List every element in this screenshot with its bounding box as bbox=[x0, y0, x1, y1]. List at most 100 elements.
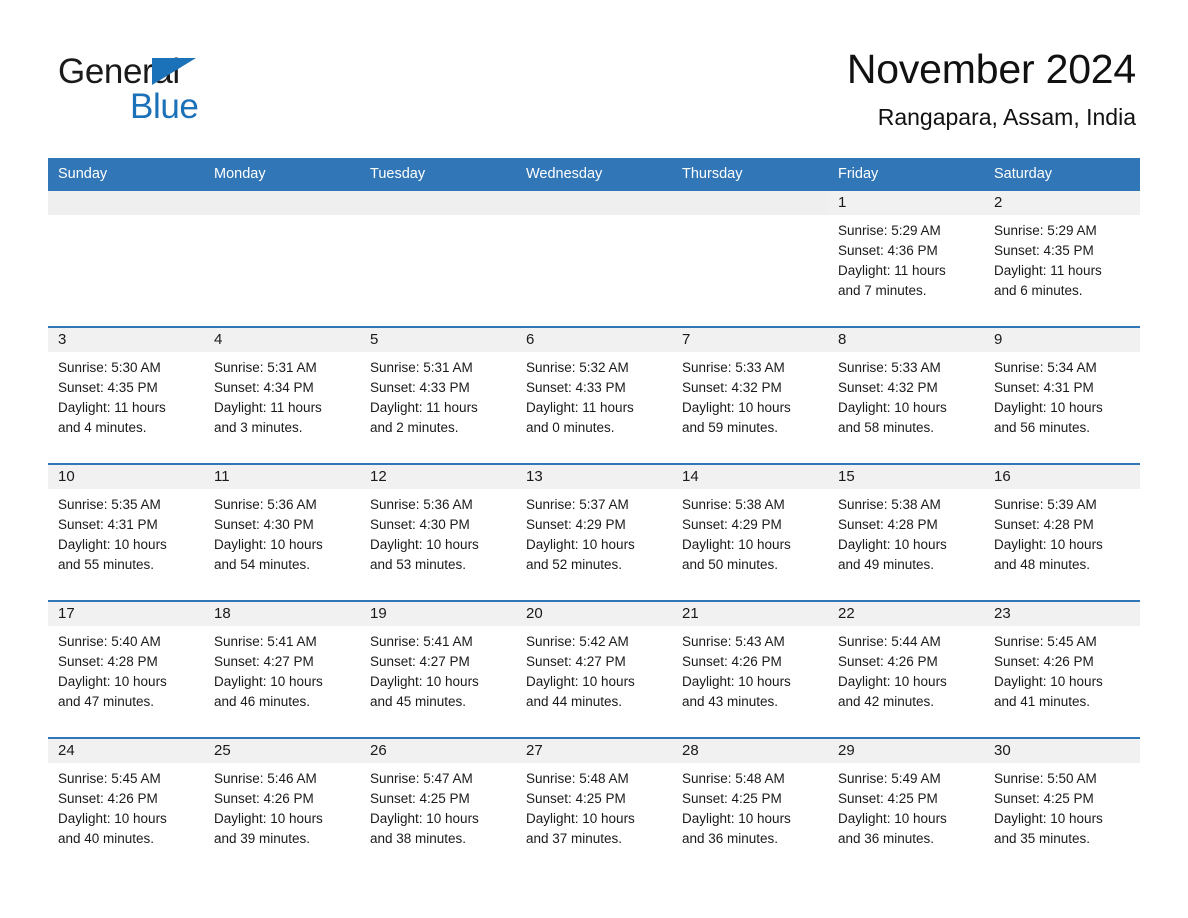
sunrise-text: Sunrise: 5:42 AM bbox=[526, 634, 629, 649]
calendar-day-cell[interactable]: 2 Sunrise: 5:29 AM Sunset: 4:35 PM Daylight… bbox=[984, 191, 1140, 327]
sunrise-text: Sunrise: 5:29 AM bbox=[994, 223, 1097, 238]
daylight-text: Daylight: 10 hours bbox=[58, 674, 167, 689]
sunset-text: Sunset: 4:36 PM bbox=[838, 243, 938, 258]
daylight-text: Daylight: 10 hours bbox=[370, 674, 479, 689]
daylight-text: Daylight: 10 hours bbox=[370, 537, 479, 552]
day-number-bar: 5 bbox=[360, 328, 516, 352]
calendar-day-cell[interactable]: 3 Sunrise: 5:30 AM Sunset: 4:35 PM Daylight… bbox=[48, 326, 204, 464]
daylight-text: Daylight: 10 hours bbox=[526, 537, 635, 552]
day-number: 26 bbox=[370, 742, 387, 759]
daylight-text-cont: and 3 minutes. bbox=[214, 420, 303, 435]
daylight-text: Daylight: 11 hours bbox=[58, 400, 166, 415]
calendar-day-cell[interactable]: 23 Sunrise: 5:45 AM Sunset: 4:26 PM Dayligh… bbox=[984, 600, 1140, 738]
calendar-day-cell[interactable]: 11 Sunrise: 5:36 AM Sunset: 4:30 PM Dayligh… bbox=[204, 463, 360, 601]
calendar-day-cell[interactable]: 8 Sunrise: 5:33 AM Sunset: 4:32 PM Daylight… bbox=[828, 326, 984, 464]
brand-logo[interactable]: General Blue bbox=[58, 52, 318, 132]
day-number-bar: 19 bbox=[360, 602, 516, 626]
day-number-bar: 14 bbox=[672, 465, 828, 489]
daylight-text: Daylight: 10 hours bbox=[838, 400, 947, 415]
sunrise-text: Sunrise: 5:37 AM bbox=[526, 497, 629, 512]
calendar-day-cell[interactable]: 16 Sunrise: 5:39 AM Sunset: 4:28 PM Dayligh… bbox=[984, 463, 1140, 601]
weekday-header-friday: Friday bbox=[828, 158, 984, 191]
sunrise-text: Sunrise: 5:36 AM bbox=[214, 497, 317, 512]
calendar-day-cell[interactable]: 9 Sunrise: 5:34 AM Sunset: 4:31 PM Daylight… bbox=[984, 326, 1140, 464]
day-details: Sunrise: 5:34 AM Sunset: 4:31 PM Daylight:… bbox=[984, 352, 1140, 438]
calendar-day-cell[interactable]: 25 Sunrise: 5:46 AM Sunset: 4:26 PM Dayligh… bbox=[204, 737, 360, 874]
calendar-day-cell[interactable]: 17 Sunrise: 5:40 AM Sunset: 4:28 PM Dayligh… bbox=[48, 600, 204, 738]
calendar-week-row: 17 Sunrise: 5:40 AM Sunset: 4:28 PM Dayligh… bbox=[48, 600, 1140, 738]
day-details: Sunrise: 5:41 AM Sunset: 4:27 PM Daylight:… bbox=[360, 626, 516, 712]
calendar-day-cell[interactable]: 20 Sunrise: 5:42 AM Sunset: 4:27 PM Dayligh… bbox=[516, 600, 672, 738]
day-details bbox=[204, 215, 360, 221]
sunrise-text: Sunrise: 5:48 AM bbox=[526, 771, 629, 786]
calendar-day-cell[interactable]: 15 Sunrise: 5:38 AM Sunset: 4:28 PM Dayligh… bbox=[828, 463, 984, 601]
sunset-text: Sunset: 4:25 PM bbox=[682, 791, 782, 806]
sunset-text: Sunset: 4:26 PM bbox=[994, 654, 1094, 669]
day-number-bar: 27 bbox=[516, 739, 672, 763]
calendar-day-cell[interactable]: 21 Sunrise: 5:43 AM Sunset: 4:26 PM Dayligh… bbox=[672, 600, 828, 738]
calendar-day-cell[interactable]: 1 Sunrise: 5:29 AM Sunset: 4:36 PM Daylight… bbox=[828, 191, 984, 327]
day-number-bar: 23 bbox=[984, 602, 1140, 626]
calendar-day-cell[interactable]: 28 Sunrise: 5:48 AM Sunset: 4:25 PM Dayligh… bbox=[672, 737, 828, 874]
daylight-text: Daylight: 10 hours bbox=[838, 674, 947, 689]
sunrise-text: Sunrise: 5:49 AM bbox=[838, 771, 941, 786]
calendar-day-cell[interactable]: 24 Sunrise: 5:45 AM Sunset: 4:26 PM Dayligh… bbox=[48, 737, 204, 874]
calendar-day-cell[interactable]: 27 Sunrise: 5:48 AM Sunset: 4:25 PM Dayligh… bbox=[516, 737, 672, 874]
daylight-text: Daylight: 11 hours bbox=[526, 400, 634, 415]
day-number: 2 bbox=[994, 194, 1003, 211]
sunset-text: Sunset: 4:30 PM bbox=[370, 517, 470, 532]
sunset-text: Sunset: 4:26 PM bbox=[58, 791, 158, 806]
calendar-body: 1 Sunrise: 5:29 AM Sunset: 4:36 PM Daylight… bbox=[48, 191, 1140, 874]
daylight-text-cont: and 35 minutes. bbox=[994, 831, 1091, 846]
day-number: 5 bbox=[370, 331, 379, 348]
sunset-text: Sunset: 4:25 PM bbox=[526, 791, 626, 806]
calendar-day-cell[interactable]: 13 Sunrise: 5:37 AM Sunset: 4:29 PM Dayligh… bbox=[516, 463, 672, 601]
sunset-text: Sunset: 4:27 PM bbox=[214, 654, 314, 669]
sunrise-text: Sunrise: 5:38 AM bbox=[838, 497, 941, 512]
calendar-day-cell[interactable]: 29 Sunrise: 5:49 AM Sunset: 4:25 PM Dayligh… bbox=[828, 737, 984, 874]
daylight-text-cont: and 40 minutes. bbox=[58, 831, 155, 846]
sunset-text: Sunset: 4:28 PM bbox=[838, 517, 938, 532]
calendar-day-cell[interactable]: 26 Sunrise: 5:47 AM Sunset: 4:25 PM Dayligh… bbox=[360, 737, 516, 874]
day-details: Sunrise: 5:42 AM Sunset: 4:27 PM Daylight:… bbox=[516, 626, 672, 712]
day-details: Sunrise: 5:47 AM Sunset: 4:25 PM Daylight:… bbox=[360, 763, 516, 849]
day-number-bar: 25 bbox=[204, 739, 360, 763]
calendar-day-cell[interactable]: 14 Sunrise: 5:38 AM Sunset: 4:29 PM Dayligh… bbox=[672, 463, 828, 601]
calendar-day-cell[interactable]: 10 Sunrise: 5:35 AM Sunset: 4:31 PM Dayligh… bbox=[48, 463, 204, 601]
sunset-text: Sunset: 4:27 PM bbox=[526, 654, 626, 669]
sunrise-text: Sunrise: 5:31 AM bbox=[370, 360, 473, 375]
calendar-day-cell[interactable]: 30 Sunrise: 5:50 AM Sunset: 4:25 PM Dayligh… bbox=[984, 737, 1140, 874]
calendar-day-cell[interactable]: 6 Sunrise: 5:32 AM Sunset: 4:33 PM Daylight… bbox=[516, 326, 672, 464]
calendar-day-cell[interactable]: 5 Sunrise: 5:31 AM Sunset: 4:33 PM Daylight… bbox=[360, 326, 516, 464]
calendar-day-cell[interactable]: 12 Sunrise: 5:36 AM Sunset: 4:30 PM Dayligh… bbox=[360, 463, 516, 601]
daylight-text-cont: and 47 minutes. bbox=[58, 694, 155, 709]
day-number-bar: 20 bbox=[516, 602, 672, 626]
day-details: Sunrise: 5:32 AM Sunset: 4:33 PM Daylight:… bbox=[516, 352, 672, 438]
day-details: Sunrise: 5:37 AM Sunset: 4:29 PM Daylight:… bbox=[516, 489, 672, 575]
daylight-text-cont: and 53 minutes. bbox=[370, 557, 467, 572]
weekday-header-saturday: Saturday bbox=[984, 158, 1140, 191]
sunrise-text: Sunrise: 5:47 AM bbox=[370, 771, 473, 786]
day-details: Sunrise: 5:30 AM Sunset: 4:35 PM Daylight:… bbox=[48, 352, 204, 438]
sunrise-text: Sunrise: 5:32 AM bbox=[526, 360, 629, 375]
daylight-text: Daylight: 10 hours bbox=[994, 537, 1103, 552]
day-number: 1 bbox=[838, 194, 847, 211]
daylight-text-cont: and 4 minutes. bbox=[58, 420, 147, 435]
calendar-day-cell[interactable]: 18 Sunrise: 5:41 AM Sunset: 4:27 PM Dayligh… bbox=[204, 600, 360, 738]
brand-name-blue: Blue bbox=[130, 87, 199, 126]
day-number-bar: 30 bbox=[984, 739, 1140, 763]
day-number: 21 bbox=[682, 605, 699, 622]
daylight-text: Daylight: 11 hours bbox=[214, 400, 322, 415]
calendar-day-cell[interactable]: 4 Sunrise: 5:31 AM Sunset: 4:34 PM Daylight… bbox=[204, 326, 360, 464]
daylight-text-cont: and 50 minutes. bbox=[682, 557, 779, 572]
calendar-day-cell[interactable]: 7 Sunrise: 5:33 AM Sunset: 4:32 PM Daylight… bbox=[672, 326, 828, 464]
day-number: 6 bbox=[526, 331, 535, 348]
day-number-bar: 28 bbox=[672, 739, 828, 763]
day-details: Sunrise: 5:46 AM Sunset: 4:26 PM Daylight:… bbox=[204, 763, 360, 849]
calendar-day-cell[interactable]: 22 Sunrise: 5:44 AM Sunset: 4:26 PM Dayligh… bbox=[828, 600, 984, 738]
calendar-week-row: 24 Sunrise: 5:45 AM Sunset: 4:26 PM Dayligh… bbox=[48, 737, 1140, 874]
calendar-day-cell[interactable]: 19 Sunrise: 5:41 AM Sunset: 4:27 PM Dayligh… bbox=[360, 600, 516, 738]
day-details: Sunrise: 5:38 AM Sunset: 4:28 PM Daylight:… bbox=[828, 489, 984, 575]
page-title: November 2024 bbox=[846, 46, 1136, 92]
daylight-text-cont: and 39 minutes. bbox=[214, 831, 311, 846]
